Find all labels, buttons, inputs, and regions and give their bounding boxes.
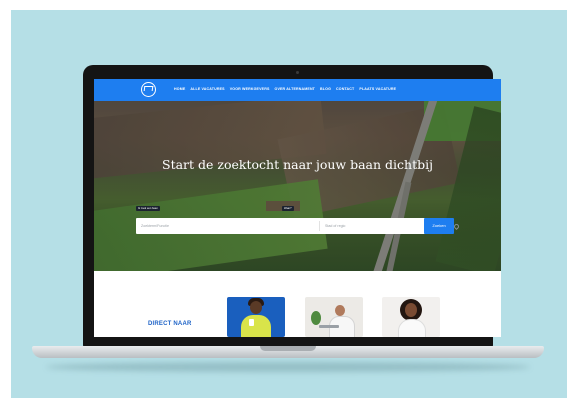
category-card-2[interactable] xyxy=(305,297,363,337)
nav-link-contact[interactable]: CONTACT xyxy=(336,87,354,91)
nav-link-alle-vacatures[interactable]: ALLE VACATURES xyxy=(190,87,224,91)
hero-title: Start de zoektocht naar jouw baan dichtb… xyxy=(162,157,433,172)
cup-icon xyxy=(249,319,254,326)
plant-icon xyxy=(311,311,321,325)
navbar: HOME ALLE VACATURES VOOR WERKGEVERS OVER… xyxy=(94,79,501,101)
category-card-3[interactable] xyxy=(382,297,440,337)
person-photo xyxy=(335,305,345,316)
hero-section: Start de zoektocht naar jouw baan dichtb… xyxy=(94,101,501,271)
search-tag-location: Waar? xyxy=(282,206,294,211)
nav-link-plaats-vacature[interactable]: PLAATS VACATURE xyxy=(359,87,396,91)
person-photo xyxy=(250,301,262,314)
laptop-icon xyxy=(319,325,339,328)
laptop-notch xyxy=(260,346,316,351)
nav-link-over[interactable]: OVER ALTERNAMENT xyxy=(275,87,316,91)
camera-icon xyxy=(296,71,299,74)
logo-icon[interactable] xyxy=(141,82,156,97)
section-heading: DIRECT NAAR xyxy=(148,321,192,327)
nav-links: HOME ALLE VACATURES VOOR WERKGEVERS OVER… xyxy=(174,87,396,91)
nav-link-home[interactable]: HOME xyxy=(174,87,185,91)
person-photo xyxy=(241,315,271,337)
nav-link-voor-werkgevers[interactable]: VOOR WERKGEVERS xyxy=(230,87,270,91)
laptop-shadow xyxy=(46,362,530,372)
direct-naar-section: DIRECT NAAR xyxy=(94,271,501,337)
hero-overlay xyxy=(94,101,501,271)
laptop-screen: HOME ALLE VACATURES VOOR WERKGEVERS OVER… xyxy=(94,79,501,337)
search-tag-job: Ik zoek een baan xyxy=(136,206,160,211)
search-button[interactable]: Zoeken xyxy=(424,218,454,234)
person-photo xyxy=(398,319,426,337)
location-input[interactable]: Stad of regio xyxy=(325,218,345,234)
person-photo xyxy=(405,303,417,317)
nav-link-blog[interactable]: BLOG xyxy=(320,87,331,91)
category-card-1[interactable] xyxy=(227,297,285,337)
search-bar: Zoekterm/Functie Stad of regio xyxy=(136,218,461,234)
search-divider xyxy=(319,221,320,231)
search-input[interactable]: Zoekterm/Functie xyxy=(141,218,169,234)
